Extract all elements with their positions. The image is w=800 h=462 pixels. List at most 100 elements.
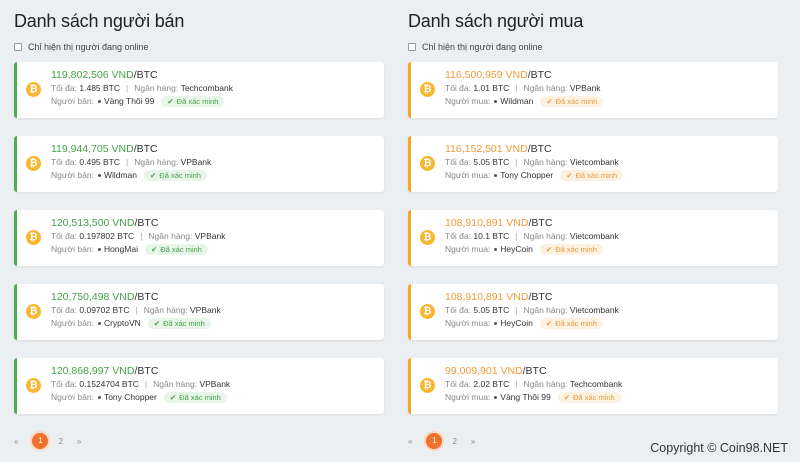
- user-name[interactable]: Wildman: [104, 169, 137, 182]
- max-value: 0.495 BTC: [79, 157, 121, 167]
- user-label: Người mua:: [445, 96, 491, 106]
- user-name[interactable]: Wildman: [500, 95, 533, 108]
- bank-label: Ngân hàng:: [523, 231, 568, 241]
- max-label: Tối đa:: [445, 379, 471, 389]
- divider: |: [140, 231, 143, 241]
- bank-label: Ngân hàng:: [134, 83, 179, 93]
- bank-label: Ngân hàng:: [134, 157, 179, 167]
- buyer-online-filter[interactable]: Chỉ hiện thị người đang online: [408, 40, 784, 54]
- verified-badge: ✔ Đã xác minh: [539, 318, 603, 329]
- offer-info: 120,750,498 VND/BTC Tối đa: 0.09702 BTC | N…: [51, 291, 221, 330]
- seller-offer-card[interactable]: ₿ 120,750,498 VND/BTC Tối đa: 0.09702 BTC |…: [14, 284, 384, 340]
- bitcoin-icon: ₿: [26, 304, 41, 319]
- pagination-prev-button[interactable]: «: [14, 437, 18, 446]
- bank-value: VPBank: [569, 83, 601, 93]
- offer-user: Người mua: Vàng Thôi 99 ✔ Đã xác minh: [445, 391, 622, 404]
- user-name[interactable]: HeyCoin: [500, 317, 533, 330]
- seller-offer-card[interactable]: ₿ 119,944,705 VND/BTC Tối đa: 0.495 BTC | Ng…: [14, 136, 384, 192]
- bank-value: Vietcombank: [569, 157, 619, 167]
- buyer-offer-card[interactable]: ₿ 99,009,901 VND/BTC Tối đa: 2.02 BTC | Ngân…: [408, 358, 778, 414]
- seller-online-filter[interactable]: Chỉ hiện thị người đang online: [14, 40, 390, 54]
- offer-limits: Tối đa: 5.05 BTC | Ngân hàng: Vietcombank: [445, 304, 619, 317]
- max-label: Tối đa:: [51, 157, 77, 167]
- pagination-page-1[interactable]: 1: [32, 433, 49, 449]
- buyer-offer-card[interactable]: ₿ 116,500,959 VND/BTC Tối đa: 1.01 BTC | Ngâ…: [408, 62, 778, 118]
- offer-user: Người mua: Wildman ✔ Đã xác minh: [445, 95, 604, 108]
- bank-label: Ngân hàng:: [523, 305, 568, 315]
- offer-info: 119,802,506 VND/BTC Tối đa: 1.485 BTC | Ngâ…: [51, 69, 233, 108]
- offer-info: 120,513,500 VND/BTC Tối đa: 0.197802 BTC |…: [51, 217, 225, 256]
- offer-user: Người mua: HeyCoin ✔ Đã xác minh: [445, 317, 619, 330]
- price-unit: /BTC: [527, 143, 552, 155]
- seller-list-panel: Danh sách người bán Chỉ hiện thị người đ…: [6, 0, 390, 449]
- verified-label: Đã xác minh: [555, 245, 597, 254]
- price-unit: /BTC: [528, 217, 553, 229]
- buyer-offer-card[interactable]: ₿ 108,910,891 VND/BTC Tối đa: 10.1 BTC | Ngâ…: [408, 210, 778, 266]
- offer-price: 119,802,506 VND/BTC: [51, 69, 233, 82]
- offer-price: 119,944,705 VND/BTC: [51, 143, 211, 156]
- user-name[interactable]: HongMai: [104, 243, 138, 256]
- bank-value: Vietcombank: [569, 231, 619, 241]
- verified-badge: ✔ Đã xác minh: [147, 318, 211, 329]
- user-name[interactable]: Tony Chopper: [500, 169, 553, 182]
- buyer-online-checkbox[interactable]: [408, 43, 416, 51]
- check-icon: ✔: [150, 171, 157, 180]
- max-value: 5.05 BTC: [473, 305, 510, 315]
- offer-info: 119,944,705 VND/BTC Tối đa: 0.495 BTC | Ngâ…: [51, 143, 211, 182]
- max-label: Tối đa:: [445, 83, 471, 93]
- bank-value: VPBank: [199, 379, 231, 389]
- verified-label: Đã xác minh: [573, 393, 615, 402]
- user-name[interactable]: Vàng Thôi 99: [500, 391, 550, 404]
- buyer-offer-card[interactable]: ₿ 108,910,891 VND/BTC Tối đa: 5.05 BTC | Ngâ…: [408, 284, 778, 340]
- online-status-icon: [97, 248, 101, 251]
- bitcoin-icon: ₿: [420, 230, 435, 245]
- seller-offer-card[interactable]: ₿ 120,513,500 VND/BTC Tối đa: 0.197802 BTC…: [14, 210, 384, 266]
- online-status-icon: [494, 174, 498, 177]
- verified-badge: ✔ Đã xác minh: [540, 96, 604, 107]
- buyer-offer-card[interactable]: ₿ 116,152,501 VND/BTC Tối đa: 5.05 BTC | Ngâ…: [408, 136, 778, 192]
- user-label: Người bán:: [51, 170, 94, 180]
- verified-label: Đã xác minh: [555, 319, 597, 328]
- divider: |: [515, 231, 518, 241]
- max-value: 0.09702 BTC: [79, 305, 130, 315]
- pagination-prev-button[interactable]: «: [408, 437, 412, 446]
- seller-offer-card[interactable]: ₿ 119,802,506 VND/BTC Tối đa: 1.485 BTC | Ng…: [14, 62, 384, 118]
- pagination-page-2[interactable]: 2: [452, 437, 456, 446]
- buyer-online-label: Chỉ hiện thị người đang online: [422, 42, 543, 52]
- buyer-list: ₿ 116,500,959 VND/BTC Tối đa: 1.01 BTC | Ngâ…: [400, 62, 784, 414]
- pagination-next-button[interactable]: »: [471, 437, 475, 446]
- pagination-page-1[interactable]: 1: [426, 433, 443, 449]
- price-unit: /BTC: [522, 365, 547, 377]
- user-name[interactable]: Tony Chopper: [104, 391, 157, 404]
- pagination-page-2[interactable]: 2: [58, 437, 62, 446]
- price-value: 120,513,500 VND: [51, 217, 135, 229]
- seller-online-checkbox[interactable]: [14, 43, 22, 51]
- max-label: Tối đa:: [51, 305, 77, 315]
- seller-online-label: Chỉ hiện thị người đang online: [28, 42, 149, 52]
- offer-info: 108,910,891 VND/BTC Tối đa: 10.1 BTC | Ngân…: [445, 217, 619, 256]
- divider: |: [515, 83, 518, 93]
- max-value: 5.05 BTC: [473, 157, 510, 167]
- check-icon: ✔: [546, 97, 553, 106]
- seller-pagination: « 1 2 »: [14, 433, 95, 449]
- offer-limits: Tối đa: 1.01 BTC | Ngân hàng: VPBank: [445, 82, 603, 95]
- user-label: Người bán:: [51, 96, 94, 106]
- max-value: 0.197802 BTC: [79, 231, 135, 241]
- max-label: Tối đa:: [51, 379, 77, 389]
- divider: |: [515, 157, 518, 167]
- max-label: Tối đa:: [445, 231, 471, 241]
- divider: |: [515, 305, 518, 315]
- user-name[interactable]: Vàng Thôi 99: [104, 95, 154, 108]
- seller-offer-card[interactable]: ₿ 120,868,997 VND/BTC Tối đa: 0.1524704 BT…: [14, 358, 384, 414]
- offer-user: Người bán: Tony Chopper ✔ Đã xác minh: [51, 391, 230, 404]
- user-name[interactable]: HeyCoin: [500, 243, 533, 256]
- offer-limits: Tối đa: 0.197802 BTC | Ngân hàng: VPBank: [51, 230, 225, 243]
- max-label: Tối đa:: [445, 157, 471, 167]
- user-label: Người bán:: [51, 392, 94, 402]
- pagination-next-button[interactable]: »: [77, 437, 81, 446]
- user-name[interactable]: CryptoVN: [104, 317, 141, 330]
- bank-label: Ngân hàng:: [148, 231, 193, 241]
- offer-user: Người bán: Vàng Thôi 99 ✔ Đã xác minh: [51, 95, 233, 108]
- offer-user: Người bán: CryptoVN ✔ Đã xác minh: [51, 317, 221, 330]
- offer-price: 108,910,891 VND/BTC: [445, 291, 619, 304]
